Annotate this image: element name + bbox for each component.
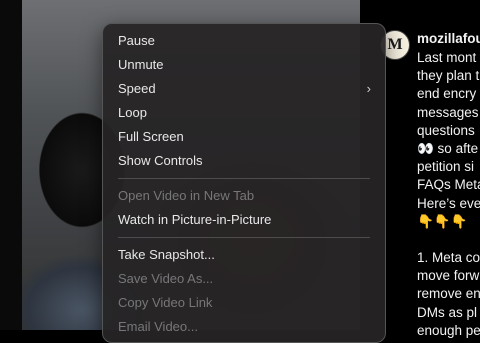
caption-line: DMs as pl <box>417 304 478 320</box>
caption-line: questions <box>417 122 475 138</box>
chevron-right-icon: › <box>366 81 371 96</box>
menu-item-label: Full Screen <box>118 129 184 144</box>
menu-item-label: Open Video in New Tab <box>118 188 255 203</box>
menu-item-save-video-as: Save Video As... <box>103 267 385 291</box>
menu-item-label: Unmute <box>118 57 164 72</box>
caption-line: 👇👇👇 <box>417 213 468 229</box>
menu-item-pause[interactable]: Pause <box>103 29 385 53</box>
menu-item-open-video-new-tab: Open Video in New Tab <box>103 184 385 208</box>
menu-item-label: Watch in Picture-in-Picture <box>118 212 272 227</box>
caption-line: 1. Meta co <box>417 250 480 266</box>
caption-line: enough pe <box>417 322 480 338</box>
menu-item-label: Pause <box>118 33 155 48</box>
menu-item-label: Take Snapshot... <box>118 247 215 262</box>
caption-line: move forw <box>417 268 480 284</box>
menu-divider <box>118 178 370 179</box>
menu-item-take-snapshot[interactable]: Take Snapshot... <box>103 243 385 267</box>
menu-item-email-video: Email Video... <box>103 315 385 339</box>
caption-line: 👀 so afte <box>417 140 479 156</box>
menu-item-label: Speed <box>118 81 156 96</box>
menu-item-label: Save Video As... <box>118 271 214 286</box>
post-caption: Last mont they plan t end encry messages… <box>417 49 480 340</box>
video-context-menu: Pause Unmute Speed › Loop Full Screen Sh… <box>102 23 386 343</box>
caption-line: they plan t <box>417 68 480 84</box>
menu-item-show-controls[interactable]: Show Controls <box>103 149 385 173</box>
menu-item-picture-in-picture[interactable]: Watch in Picture-in-Picture <box>103 208 385 232</box>
menu-item-full-screen[interactable]: Full Screen <box>103 125 385 149</box>
menu-item-label: Show Controls <box>118 153 203 168</box>
menu-item-label: Email Video... <box>118 319 198 334</box>
caption-line: FAQs Meta <box>417 177 480 193</box>
menu-item-copy-video-link: Copy Video Link <box>103 291 385 315</box>
username-link[interactable]: mozillafou <box>417 30 480 48</box>
menu-item-label: Copy Video Link <box>118 295 213 310</box>
menu-divider <box>118 237 370 238</box>
caption-line: petition si <box>417 159 475 175</box>
avatar-letter: M <box>387 35 403 53</box>
menu-item-loop[interactable]: Loop <box>103 101 385 125</box>
menu-item-unmute[interactable]: Unmute <box>103 53 385 77</box>
menu-item-label: Loop <box>118 105 147 120</box>
caption-line: messages <box>417 104 479 120</box>
caption-line <box>417 231 480 249</box>
caption-line: Last mont <box>417 50 477 65</box>
caption-line: Here’s eve <box>417 195 480 211</box>
caption-line: end encry <box>417 86 477 102</box>
menu-item-speed[interactable]: Speed › <box>103 77 385 101</box>
left-background-strip <box>0 0 22 330</box>
caption-line: remove en <box>417 286 480 302</box>
